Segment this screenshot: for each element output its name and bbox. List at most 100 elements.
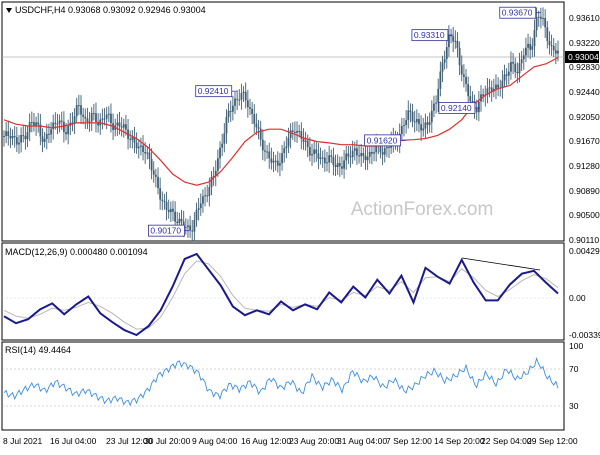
candle-body (430, 110, 433, 123)
candle (334, 154, 337, 177)
candle-body (409, 110, 412, 112)
candle (495, 74, 497, 100)
candle-body (107, 113, 110, 115)
candle-body (294, 131, 296, 133)
candle-body (11, 135, 14, 139)
candle-body (283, 148, 286, 154)
candle-body (116, 122, 119, 126)
candle-body (35, 122, 37, 126)
candle (497, 77, 500, 97)
candle (71, 112, 74, 132)
candle-body (184, 227, 187, 229)
candle (554, 42, 557, 65)
rsi-header: RSI(14) 49.4464 (5, 345, 71, 355)
candle-body (144, 152, 147, 154)
candle-body (345, 153, 348, 161)
price-annotation: 0.92140 (438, 102, 480, 114)
candle-body (400, 126, 403, 134)
candle (229, 100, 232, 123)
price-y-tick: 0.93220 (569, 38, 600, 48)
rsi-y-tick: 70 (569, 364, 579, 374)
candle-body (336, 163, 339, 167)
candle-body (411, 111, 414, 122)
candle-body (139, 145, 142, 147)
candle (154, 168, 157, 188)
candle-body (251, 108, 254, 115)
candle-body (242, 91, 245, 94)
candle-body (191, 230, 194, 232)
candle-body (456, 40, 459, 48)
candle-body (527, 43, 529, 48)
candle-body (321, 157, 324, 159)
candle (428, 112, 431, 133)
candle-body (238, 99, 241, 101)
candle (15, 126, 18, 153)
candle (37, 112, 40, 133)
candle (206, 184, 209, 203)
candle-body (525, 47, 527, 56)
candle (60, 111, 63, 130)
candle (505, 68, 508, 86)
price-y-tick: 0.92830 (569, 62, 600, 72)
candle-body (234, 98, 236, 106)
candle-body (225, 117, 228, 134)
candle (77, 94, 80, 116)
candle-body (82, 114, 85, 117)
candle-body (539, 16, 542, 19)
candle (172, 200, 174, 222)
candle (223, 123, 226, 153)
candle (345, 145, 348, 170)
candle (281, 145, 283, 171)
candle-body (469, 96, 472, 102)
candle (48, 123, 50, 143)
candle (90, 107, 93, 132)
candle (492, 78, 495, 98)
candle-body (216, 158, 219, 171)
candle (225, 109, 228, 144)
candle-body (125, 124, 127, 130)
candle-body (426, 122, 429, 125)
candle-body (518, 63, 521, 74)
candle (7, 120, 10, 146)
candle-body (206, 195, 209, 197)
candle (409, 103, 412, 123)
candle (306, 134, 309, 158)
candle (210, 171, 213, 196)
candle-body (552, 46, 555, 51)
candle-body (120, 126, 123, 128)
candle-body (373, 152, 375, 154)
candle (120, 117, 123, 137)
candle (95, 102, 97, 133)
candle (338, 156, 341, 177)
candle-body (433, 103, 435, 111)
candle (477, 91, 480, 122)
candle-body (319, 157, 322, 159)
candle-body (507, 71, 510, 76)
candle (424, 113, 427, 139)
candle (249, 98, 251, 116)
candle-body (77, 105, 80, 107)
candle (366, 146, 369, 170)
candle-body (360, 153, 363, 157)
candle-body (422, 128, 425, 131)
candle (244, 82, 247, 109)
candle (411, 103, 414, 128)
candle-body (554, 50, 557, 54)
candle (285, 136, 288, 159)
candle (276, 151, 279, 173)
candle-body (298, 130, 301, 132)
candle-body (557, 50, 559, 54)
candle-body (343, 160, 346, 169)
candle (527, 33, 529, 58)
candle (165, 191, 168, 221)
candle-body (176, 221, 179, 224)
candle-body (285, 146, 288, 149)
candle (214, 160, 217, 187)
candle-body (544, 18, 547, 28)
candle (73, 108, 76, 135)
candle (422, 117, 425, 137)
price-annotation: 0.91620 (364, 134, 406, 147)
candle (441, 55, 444, 83)
candle (184, 218, 187, 235)
candle-body (56, 123, 59, 125)
